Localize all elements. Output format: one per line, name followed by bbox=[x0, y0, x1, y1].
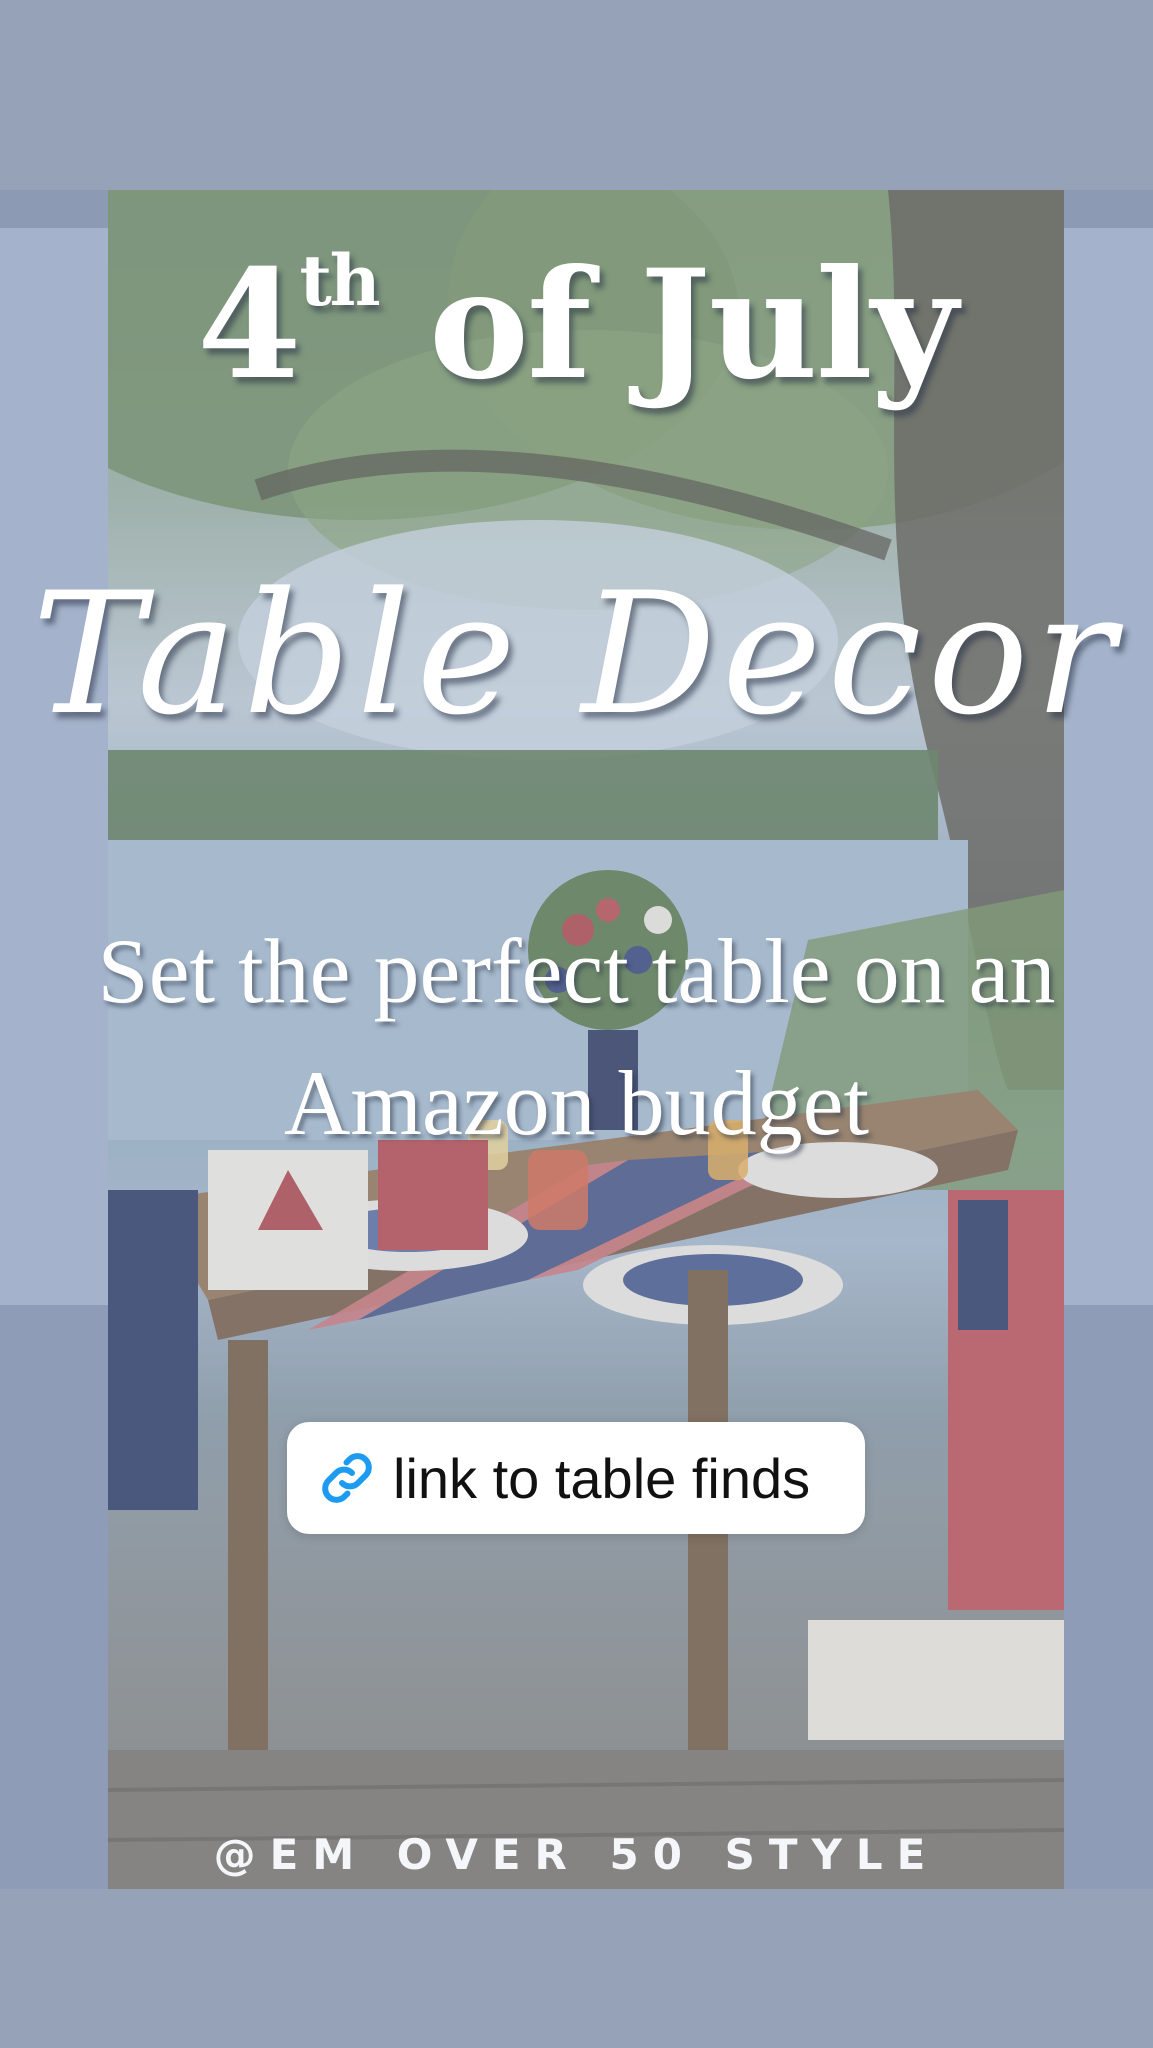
subtitle-line-2: Amazon budget bbox=[283, 1052, 870, 1154]
link-icon bbox=[315, 1446, 379, 1510]
title-number: 4 bbox=[197, 237, 301, 413]
link-sticker-button[interactable]: link to table finds bbox=[287, 1422, 865, 1534]
creator-handle: @EM OVER 50 STYLE bbox=[213, 1830, 940, 1879]
link-sticker-label: link to table finds bbox=[393, 1446, 811, 1510]
subtitle-line-1: Set the perfect table on an bbox=[97, 920, 1056, 1022]
subtitle: Set the perfect table on an Amazon budge… bbox=[0, 905, 1153, 1169]
title-ordinal-suffix: th bbox=[299, 239, 380, 322]
title-rest: of July bbox=[428, 237, 958, 413]
title-fourth-of-july: 4th of July bbox=[0, 246, 1153, 401]
title-table-decor: Table Decor bbox=[32, 556, 1121, 752]
